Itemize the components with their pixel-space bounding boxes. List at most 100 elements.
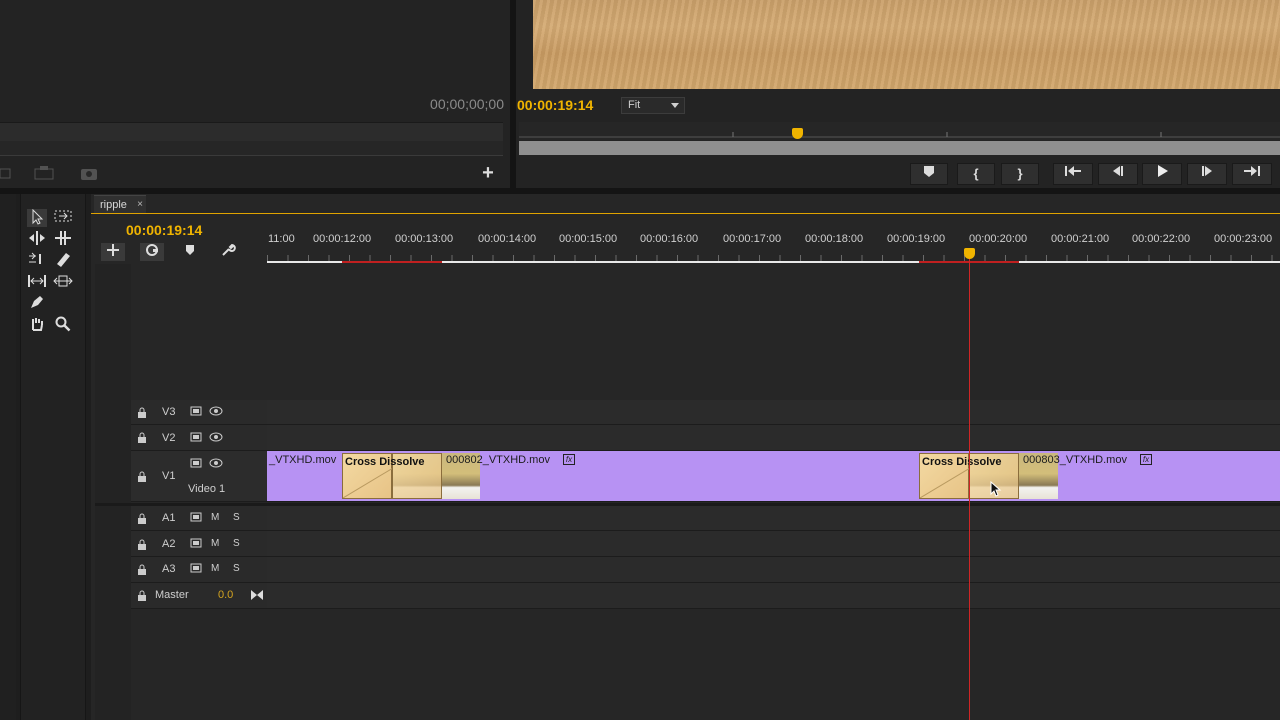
program-time-ruler[interactable] <box>519 122 1280 140</box>
track-a1-content[interactable] <box>267 506 1280 531</box>
eye-icon[interactable] <box>209 431 223 446</box>
track-label-v2: V2 <box>162 432 176 444</box>
program-playhead-marker[interactable] <box>792 128 803 139</box>
empty-track-header-area <box>131 264 267 399</box>
zoom-tool-icon[interactable] <box>53 316 73 334</box>
marker-icon <box>924 166 934 177</box>
add-button[interactable]: + <box>478 163 498 183</box>
clip-name-3[interactable]: 000803_VTXHD.mov <box>1023 454 1127 466</box>
sync-lock-icon[interactable] <box>190 457 202 472</box>
go-to-out-button[interactable] <box>1232 163 1272 185</box>
lock-icon[interactable] <box>137 539 147 551</box>
wrench-icon[interactable] <box>216 243 240 261</box>
track-select-tool-icon[interactable] <box>53 209 73 227</box>
go-to-in-button[interactable] <box>1053 163 1093 185</box>
source-scrub-bar[interactable] <box>0 141 503 156</box>
rate-stretch-tool-icon[interactable] <box>27 251 47 269</box>
fx-badge[interactable]: fx <box>1140 454 1152 465</box>
mark-out-button[interactable]: } <box>1001 163 1039 185</box>
ripple-edit-tool-icon[interactable] <box>27 230 47 248</box>
selection-tool-icon[interactable] <box>27 208 47 227</box>
lock-icon[interactable] <box>137 513 147 525</box>
master-volume-value[interactable]: 0.0 <box>218 589 233 601</box>
step-back-button[interactable] <box>1098 163 1138 185</box>
slip-tool-icon[interactable] <box>27 273 47 291</box>
source-time-ruler[interactable] <box>0 122 503 142</box>
ruler-label: 00:00:13:00 <box>395 233 454 245</box>
solo-button[interactable]: S <box>233 563 240 574</box>
razor-tool-icon[interactable] <box>53 251 73 269</box>
pen-tool-icon[interactable] <box>27 294 47 312</box>
ruler-label: 00:00:21:00 <box>1051 233 1110 245</box>
playhead-line[interactable] <box>969 251 970 720</box>
track-name-video-1: Video 1 <box>188 483 226 495</box>
overwrite-icon[interactable] <box>32 163 62 183</box>
track-v3-content[interactable] <box>267 400 1280 425</box>
empty-track-area <box>267 264 1280 399</box>
linked-selection-icon[interactable] <box>140 243 164 261</box>
track-label-master: Master <box>155 589 189 601</box>
sync-lock-icon[interactable] <box>190 562 202 577</box>
sequence-tab-label: ripple <box>100 199 127 211</box>
program-video-frame <box>533 0 1280 89</box>
mute-button[interactable]: M <box>211 538 219 549</box>
program-ruler-ticks <box>519 132 1280 138</box>
solo-button[interactable]: S <box>233 512 240 523</box>
ruler-label: 00:00:22:00 <box>1132 233 1191 245</box>
ruler-label: 00:00:19:00 <box>887 233 946 245</box>
transition-label-1: Cross Dissolve <box>345 456 425 468</box>
lock-icon[interactable] <box>137 564 147 576</box>
snap-icon[interactable] <box>101 243 125 261</box>
sync-lock-icon[interactable] <box>190 431 202 446</box>
timeline-timecode[interactable]: 00:00:19:14 <box>126 222 202 238</box>
track-label-v1: V1 <box>162 470 176 482</box>
rolling-edit-tool-icon[interactable] <box>53 230 73 248</box>
eye-icon[interactable] <box>209 457 223 472</box>
sync-lock-icon[interactable] <box>190 511 202 526</box>
export-frame-camera-icon[interactable] <box>78 163 108 183</box>
track-v2-content[interactable] <box>267 425 1280 451</box>
eye-icon[interactable] <box>209 405 223 420</box>
track-a2-content[interactable] <box>267 531 1280 557</box>
step-forward-button[interactable] <box>1187 163 1227 185</box>
play-icon <box>1158 165 1168 177</box>
mark-in-button[interactable]: { <box>957 163 995 185</box>
keyframe-navigate-icon[interactable] <box>250 589 264 604</box>
zoom-level-select[interactable]: Fit <box>621 97 685 114</box>
close-icon[interactable]: × <box>137 196 143 214</box>
add-marker-icon[interactable] <box>178 243 202 261</box>
add-marker-button[interactable] <box>910 163 948 185</box>
fx-badge[interactable]: fx <box>563 454 575 465</box>
insert-icon[interactable] <box>0 163 30 183</box>
lock-icon[interactable] <box>137 407 147 419</box>
source-timecode[interactable]: 00;00;00;00 <box>380 96 504 112</box>
track-label-a3: A3 <box>162 563 176 575</box>
mute-button[interactable]: M <box>211 512 219 523</box>
playhead-handle[interactable] <box>964 248 975 259</box>
program-timecode[interactable]: 00:00:19:14 <box>517 97 593 113</box>
ruler-label: 00:00:18:00 <box>805 233 864 245</box>
go-to-out-icon <box>1244 166 1260 176</box>
track-label-a2: A2 <box>162 538 176 550</box>
solo-button[interactable]: S <box>233 538 240 549</box>
clip-name-2[interactable]: 000802_VTXHD.mov <box>446 454 550 466</box>
mute-button[interactable]: M <box>211 563 219 574</box>
lock-icon[interactable] <box>137 432 147 444</box>
sync-lock-icon[interactable] <box>190 537 202 552</box>
step-back-icon <box>1113 166 1123 176</box>
ruler-label: 11:00 <box>268 233 295 245</box>
sync-lock-icon[interactable] <box>190 405 202 420</box>
lock-icon[interactable] <box>137 590 147 602</box>
slide-tool-icon[interactable] <box>53 273 73 291</box>
track-label-a1: A1 <box>162 512 176 524</box>
track-master-content[interactable] <box>267 583 1280 609</box>
play-button[interactable] <box>1142 163 1182 185</box>
program-scrub-bar[interactable] <box>519 141 1280 155</box>
clip-name-1[interactable]: _VTXHD.mov <box>269 454 336 466</box>
lock-icon[interactable] <box>137 471 147 483</box>
track-a3-content[interactable] <box>267 557 1280 583</box>
hand-tool-icon[interactable] <box>27 316 47 334</box>
go-to-in-icon <box>1065 166 1081 176</box>
project-panel-edge <box>0 194 16 720</box>
sequence-tab-ripple[interactable]: ripple × <box>94 195 146 213</box>
